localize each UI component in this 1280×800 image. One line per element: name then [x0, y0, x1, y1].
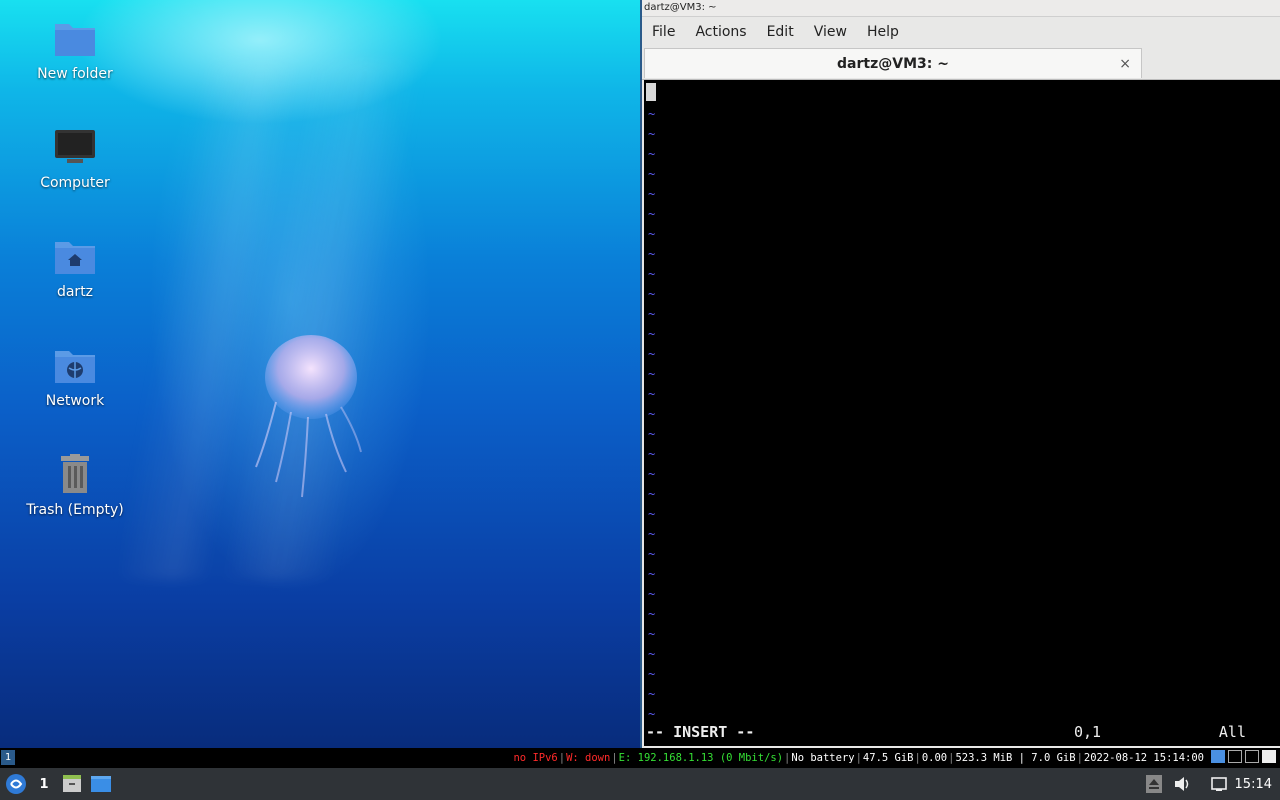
tab-bar: dartz@VM3: ~ × [642, 47, 1280, 80]
empty-line-marker: ~ [648, 127, 656, 141]
tab-terminal[interactable]: dartz@VM3: ~ × [644, 48, 1142, 78]
empty-line-marker: ~ [648, 187, 656, 201]
empty-line-marker: ~ [648, 667, 656, 681]
clipboard-icon[interactable] [1262, 750, 1276, 763]
empty-line-marker: ~ [648, 347, 656, 361]
cursor-position: 0,1 [1074, 723, 1102, 741]
empty-line-marker: ~ [648, 307, 656, 321]
empty-line-marker: ~ [648, 227, 656, 241]
window-title[interactable]: dartz@VM3: ~ [642, 0, 1280, 17]
memory-status: 523.3 MiB | 7.0 GiB [955, 752, 1076, 764]
scroll-indicator: All [1218, 723, 1246, 741]
empty-line-marker: ~ [648, 527, 656, 541]
empty-line-marker: ~ [648, 567, 656, 581]
network-icon[interactable] [1208, 768, 1230, 800]
menu-file[interactable]: File [642, 24, 685, 40]
desktop-icon[interactable] [89, 768, 113, 800]
empty-line-marker: ~ [648, 547, 656, 561]
empty-line-marker: ~ [648, 247, 656, 261]
empty-line-marker: ~ [648, 507, 656, 521]
empty-line-marker: ~ [648, 267, 656, 281]
empty-line-marker: ~ [648, 207, 656, 221]
ipv6-status: no IPv6 [513, 752, 558, 764]
empty-line-marker: ~ [648, 387, 656, 401]
taskbar: 1 15:14 [0, 768, 1280, 800]
desktop-icon-computer[interactable]: Computer [15, 127, 135, 191]
window-icon[interactable] [1245, 750, 1259, 763]
battery-status: No battery [791, 752, 855, 764]
load-status: 0.00 [921, 752, 948, 764]
text-cursor [646, 83, 656, 101]
desktop-icon-label: Network [45, 393, 105, 409]
status-items: no IPv6|W: down|E: 192.168.1.13 (0 Mbit/… [513, 752, 1204, 764]
empty-line-marker: ~ [648, 627, 656, 641]
empty-line-marker: ~ [648, 447, 656, 461]
eject-icon[interactable] [1144, 768, 1164, 800]
menu-view[interactable]: View [804, 24, 857, 40]
empty-line-marker: ~ [648, 327, 656, 341]
empty-line-marker: ~ [648, 167, 656, 181]
datetime-status: 2022-08-12 15:14:00 [1083, 752, 1204, 764]
folder-icon [53, 18, 97, 58]
vim-mode: -- INSERT -- [646, 723, 755, 741]
tab-label: dartz@VM3: ~ [837, 56, 949, 72]
desktop-icon-new-folder[interactable]: New folder [15, 18, 135, 82]
computer-icon [53, 127, 97, 167]
empty-line-marker: ~ [648, 147, 656, 161]
terminal-area[interactable]: ~ ~ ~ ~ ~ ~ ~ ~ ~ ~ ~ ~ ~ ~ ~ ~ ~ ~ ~ ~ ~ ~ ~ ~ ~ ~ ~ ~ ~ ~ ~ -- INSER… [644, 80, 1280, 746]
window-list-icon[interactable] [1211, 750, 1225, 763]
desktop-icon-dartz[interactable]: dartz [15, 236, 135, 300]
menu-edit[interactable]: Edit [757, 24, 804, 40]
workspace-switcher[interactable]: 1 [34, 768, 54, 800]
disk-status: 47.5 GiB [862, 752, 914, 764]
desktop-icon-label: Computer [40, 175, 110, 191]
menu-actions[interactable]: Actions [685, 24, 756, 40]
wireless-status: W: down [566, 752, 611, 764]
network-folder-icon [53, 345, 97, 385]
jellyfish-image [255, 335, 362, 498]
empty-line-marker: ~ [648, 287, 656, 301]
status-bar: 1 no IPv6|W: down|E: 192.168.1.13 (0 Mbi… [0, 748, 1280, 768]
mini-tray [1211, 750, 1276, 763]
file-manager-icon[interactable] [60, 768, 84, 800]
ethernet-status: E: 192.168.1.13 (0 Mbit/s) [618, 752, 784, 764]
empty-line-marker: ~ [648, 607, 656, 621]
desktop-icon-label: Trash (Empty) [26, 502, 124, 518]
desktop-icon-trash[interactable]: Trash (Empty) [15, 454, 135, 518]
desktop-icon-label: New folder [37, 66, 113, 82]
clock[interactable]: 15:14 [1235, 768, 1272, 800]
terminal-window[interactable]: dartz@VM3: ~ File Actions Edit View Help… [640, 0, 1280, 748]
empty-line-marker: ~ [648, 647, 656, 661]
empty-line-marker: ~ [648, 367, 656, 381]
home-folder-icon [53, 236, 97, 276]
trash-icon [53, 454, 97, 494]
volume-icon[interactable] [1172, 768, 1192, 800]
empty-line-marker: ~ [648, 427, 656, 441]
desktop-icon-label: dartz [56, 284, 94, 300]
empty-line-marker: ~ [648, 707, 656, 721]
workspace-button[interactable]: 1 [1, 750, 15, 765]
close-icon[interactable]: × [1119, 49, 1131, 79]
empty-line-marker: ~ [648, 467, 656, 481]
start-menu-icon[interactable] [4, 768, 28, 800]
menu-bar: File Actions Edit View Help [642, 17, 1280, 47]
empty-line-marker: ~ [648, 107, 656, 121]
empty-line-marker: ~ [648, 587, 656, 601]
empty-line-marker: ~ [648, 687, 656, 701]
empty-line-marker: ~ [648, 487, 656, 501]
menu-help[interactable]: Help [857, 24, 909, 40]
desktop-icon-network[interactable]: Network [15, 345, 135, 409]
vim-status-line: -- INSERT -- 0,1 All [644, 722, 1280, 742]
light-rays [120, 60, 440, 580]
empty-line-marker: ~ [648, 407, 656, 421]
window-icon[interactable] [1228, 750, 1242, 763]
